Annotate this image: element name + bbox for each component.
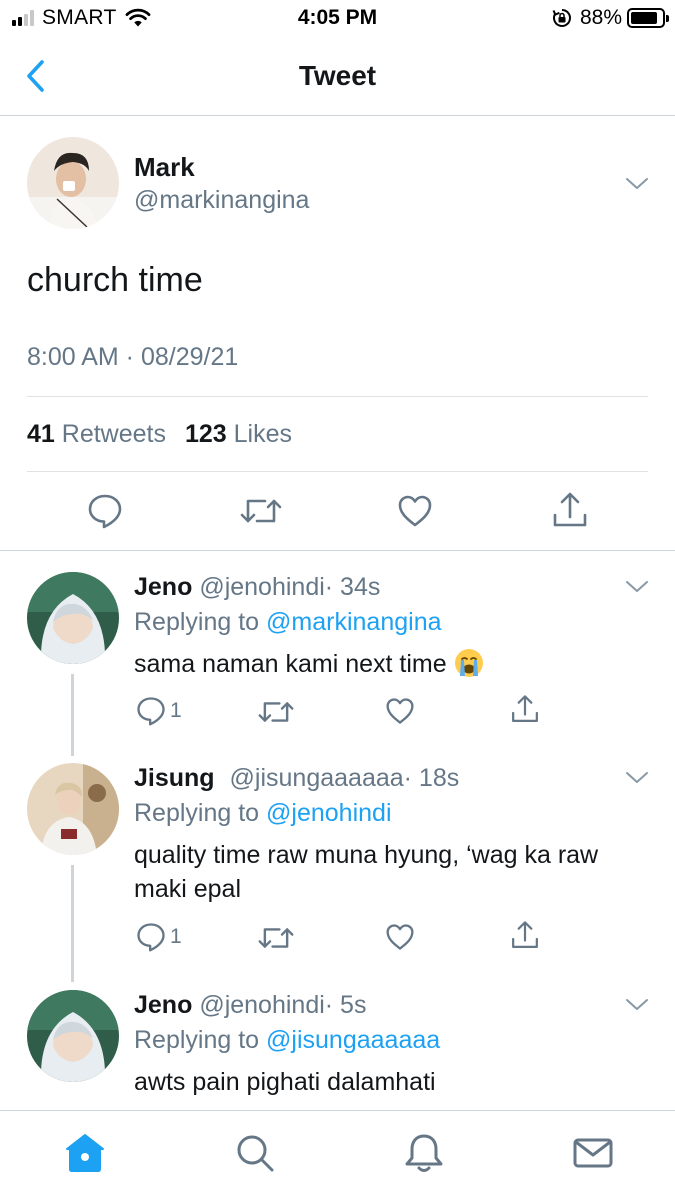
reply-icon[interactable] — [136, 922, 166, 952]
avatar[interactable] — [27, 137, 119, 229]
retweets-label[interactable]: Retweets — [62, 420, 166, 448]
replying-to-prefix: Replying to — [134, 608, 260, 636]
reply-author-name[interactable]: Jisung — [134, 764, 215, 792]
like-icon[interactable] — [397, 494, 433, 528]
reply-author-handle[interactable]: @jisungaaaaaa — [230, 764, 404, 792]
tweet-text: church time — [27, 261, 203, 299]
tweet-stats: 41 Retweets 123 Likes — [27, 420, 292, 449]
reply-author-handle[interactable]: @jenohindi — [199, 991, 324, 1019]
chevron-down-icon[interactable] — [624, 579, 650, 595]
replying-to-prefix: Replying to — [134, 1026, 260, 1054]
retweets-count[interactable]: 41 — [27, 420, 55, 448]
reply-count: 1 — [170, 925, 182, 948]
share-icon[interactable] — [510, 694, 540, 724]
reply-icon[interactable] — [87, 493, 123, 529]
chevron-down-icon[interactable] — [624, 997, 650, 1013]
replying-to: Replying to @jenohindi — [134, 799, 392, 828]
reply-author-name[interactable]: Jeno — [134, 991, 192, 1019]
reply-time: · 34s — [324, 573, 381, 601]
reply-tweet[interactable]: Jeno @jenohindi· 5s Replying to @jisunga… — [0, 969, 675, 1109]
mention-link[interactable]: @jisungaaaaaa — [266, 1026, 440, 1054]
rotation-lock-icon — [552, 9, 571, 27]
reply-author-name[interactable]: Jeno — [134, 573, 192, 601]
mention-link[interactable]: @jenohindi — [266, 799, 391, 827]
reply-icon[interactable] — [136, 696, 166, 726]
reply-count: 1 — [170, 699, 182, 722]
battery-percentage: 88% — [579, 6, 622, 29]
author-handle[interactable]: @markinangina — [134, 186, 309, 215]
reply-text: sama naman kami next time — [134, 647, 654, 681]
chevron-down-icon[interactable] — [624, 770, 650, 786]
retweet-icon[interactable] — [258, 698, 294, 726]
reply-text: quality time raw muna hyung, ‘wag ka raw… — [134, 838, 654, 906]
share-icon[interactable] — [510, 920, 540, 950]
thread-line — [71, 865, 74, 982]
home-icon[interactable] — [63, 1131, 107, 1175]
replying-to: Replying to @jisungaaaaaa — [134, 1026, 440, 1055]
avatar[interactable] — [27, 572, 119, 664]
reply-time: · 5s — [324, 991, 367, 1019]
reply-text: awts pain pighati dalamhati — [134, 1068, 436, 1096]
status-bar: SMART 4:05 PM 88% — [0, 0, 675, 40]
avatar[interactable] — [27, 763, 119, 855]
search-icon[interactable] — [233, 1131, 277, 1175]
reply-time: · 18s — [403, 764, 460, 792]
chevron-down-icon[interactable] — [624, 176, 650, 192]
reply-tweet[interactable]: Jeno @jenohindi· 34s Replying to @markin… — [0, 551, 675, 756]
notifications-icon[interactable] — [402, 1131, 446, 1175]
like-icon[interactable] — [385, 923, 415, 951]
navigation-bar: Tweet — [0, 40, 675, 116]
mention-link[interactable]: @markinangina — [266, 608, 441, 636]
replying-to: Replying to @markinangina — [134, 608, 442, 637]
share-icon[interactable] — [551, 491, 589, 529]
likes-label[interactable]: Likes — [234, 420, 292, 448]
crying-face-icon — [454, 649, 483, 677]
battery-icon — [627, 8, 669, 28]
tab-bar — [0, 1110, 675, 1200]
reply-text-line: maki epal — [134, 875, 241, 903]
author-name[interactable]: Mark — [134, 152, 195, 183]
avatar[interactable] — [27, 990, 119, 1082]
reply-tweet[interactable]: Jisung @jisungaaaaaa· 18s Replying to @j… — [0, 742, 675, 982]
reply-action[interactable]: 1 — [136, 696, 182, 726]
reply-author-handle[interactable]: @jenohindi — [199, 573, 324, 601]
reply-action[interactable]: 1 — [136, 922, 182, 952]
replying-to-prefix: Replying to — [134, 799, 260, 827]
tweet-timestamp: 8:00 AM · 08/29/21 — [27, 343, 239, 371]
reply-text-content: sama naman kami next time — [134, 650, 447, 678]
likes-count[interactable]: 123 — [185, 420, 227, 448]
like-icon[interactable] — [385, 697, 415, 725]
retweet-icon[interactable] — [258, 924, 294, 952]
divider — [27, 396, 648, 397]
main-tweet: Mark @markinangina church time 8:00 AM ·… — [0, 116, 675, 551]
divider — [27, 471, 648, 472]
reply-text-line: quality time raw muna hyung, ‘wag ka raw — [134, 841, 599, 869]
page-title: Tweet — [298, 60, 377, 91]
retweet-icon[interactable] — [240, 495, 282, 527]
messages-icon[interactable] — [571, 1131, 615, 1175]
